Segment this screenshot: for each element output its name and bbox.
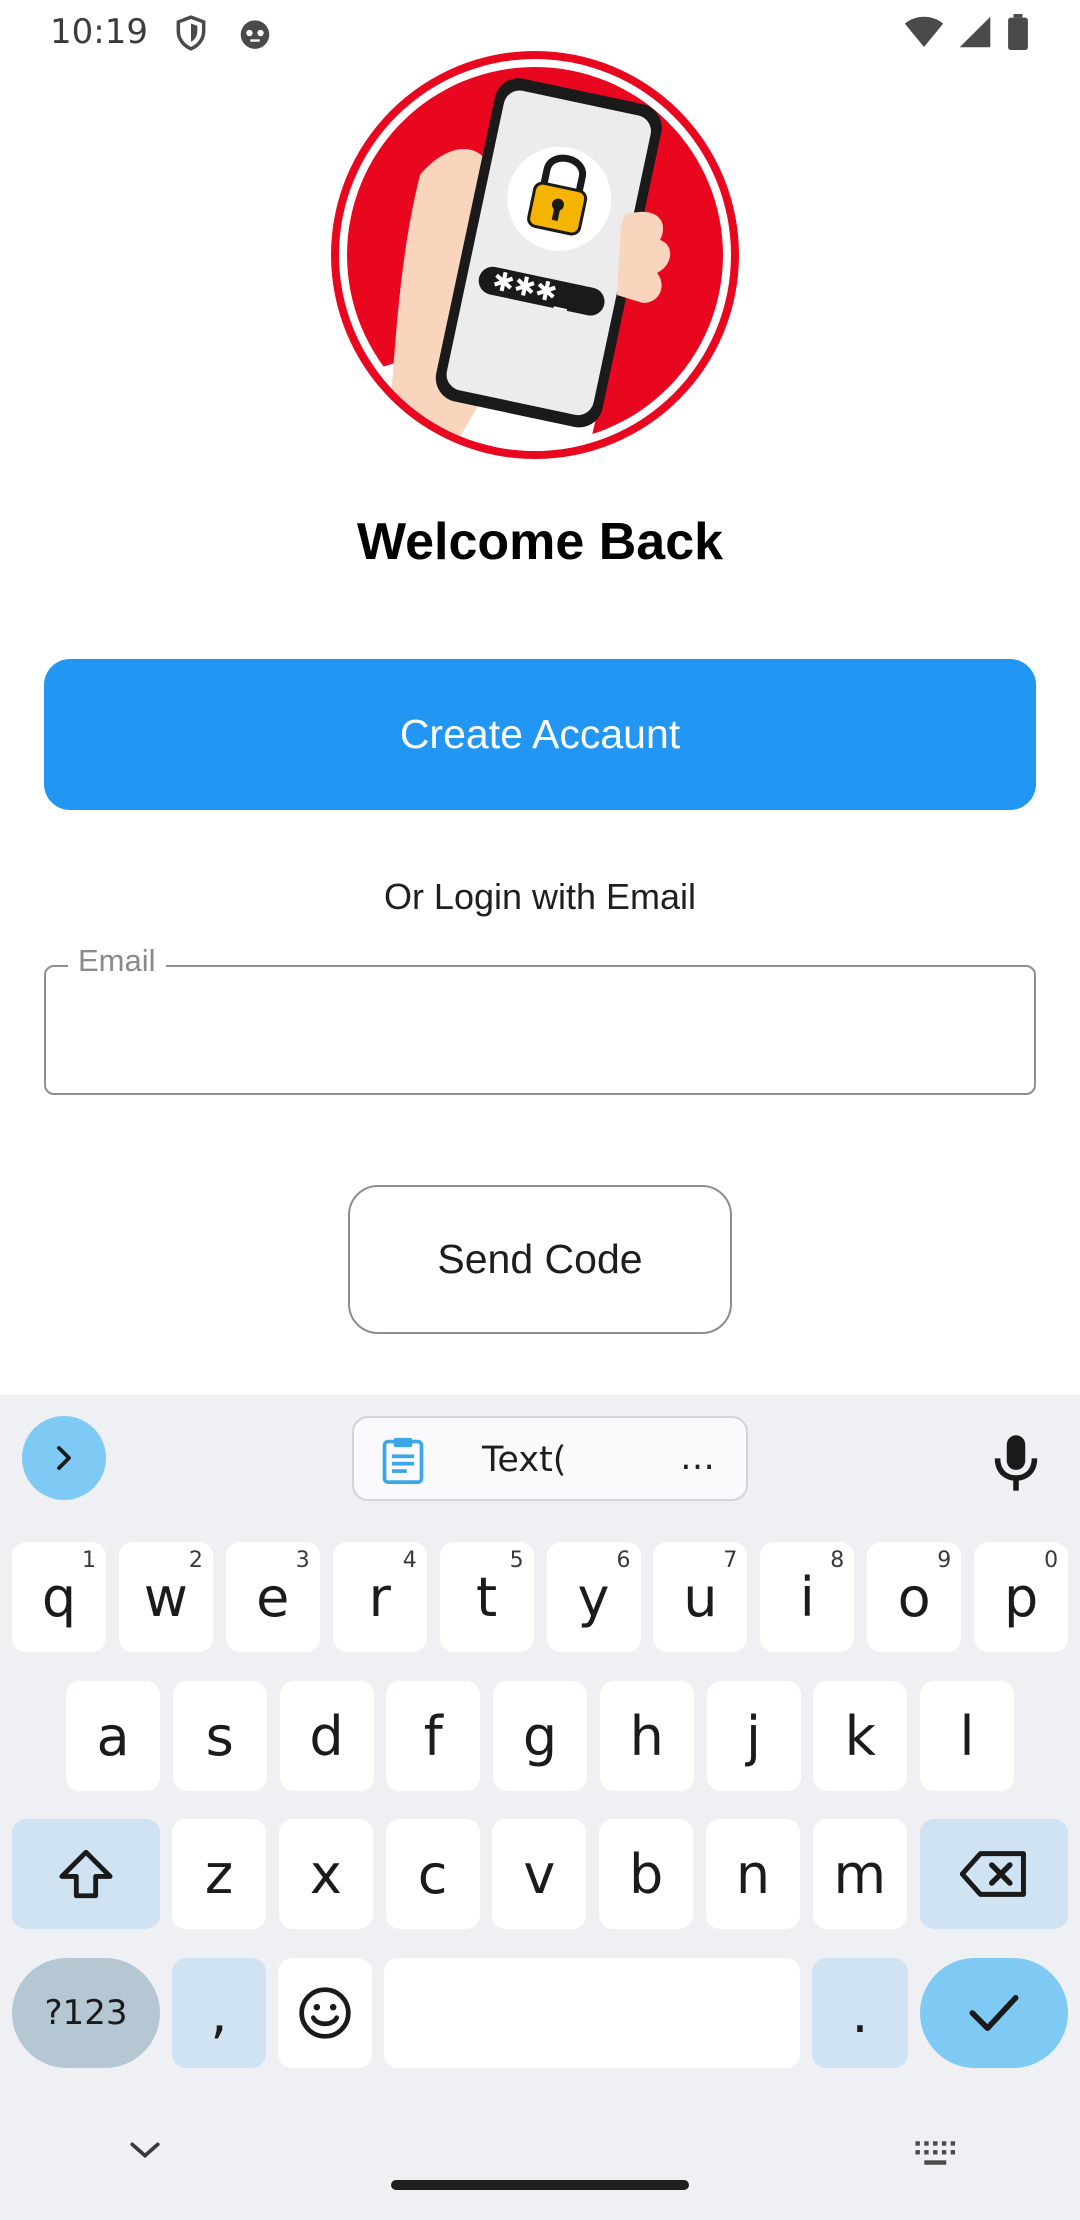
key-label: q bbox=[41, 1565, 77, 1629]
status-time: 10:19 bbox=[50, 12, 148, 52]
key-f[interactable]: f bbox=[386, 1681, 481, 1791]
key-g[interactable]: g bbox=[493, 1681, 587, 1791]
backspace-icon bbox=[960, 1851, 1026, 1897]
key-label: e bbox=[256, 1565, 290, 1629]
key-label: p bbox=[1003, 1565, 1039, 1629]
key-hint: 7 bbox=[723, 1548, 738, 1573]
emoji-icon bbox=[299, 1987, 351, 2039]
key-i[interactable]: i8 bbox=[760, 1542, 855, 1652]
shift-key[interactable] bbox=[12, 1819, 160, 1929]
clipboard-icon bbox=[382, 1437, 424, 1484]
key-label: u bbox=[683, 1565, 718, 1629]
key-hint: 8 bbox=[830, 1548, 845, 1573]
key-q[interactable]: q1 bbox=[12, 1542, 106, 1652]
key-b[interactable]: b bbox=[599, 1819, 694, 1929]
key-z[interactable]: z bbox=[172, 1819, 266, 1929]
key-label: i bbox=[799, 1565, 815, 1629]
chevron-right-icon bbox=[57, 1446, 71, 1470]
key-a[interactable]: a bbox=[66, 1681, 160, 1791]
keyboard-toolbar: Text( … bbox=[0, 1395, 1080, 1525]
period-key[interactable]: . bbox=[812, 1958, 908, 2068]
robot-icon bbox=[240, 20, 270, 49]
key-w[interactable]: w2 bbox=[118, 1542, 213, 1652]
key-u[interactable]: u7 bbox=[653, 1542, 748, 1652]
home-indicator[interactable] bbox=[391, 2180, 689, 2190]
key-hint: 4 bbox=[402, 1548, 417, 1573]
key-hint: 6 bbox=[616, 1548, 631, 1573]
enter-key[interactable] bbox=[920, 1958, 1068, 2068]
create-account-button[interactable]: Create Accaunt bbox=[44, 659, 1036, 810]
clipboard-text: Text( bbox=[482, 1440, 567, 1480]
backspace-key[interactable] bbox=[920, 1819, 1068, 1929]
shift-icon bbox=[59, 1849, 113, 1899]
keyboard-switch-icon[interactable] bbox=[914, 2138, 958, 2168]
email-field[interactable]: Email bbox=[44, 943, 1036, 1095]
clipboard-more: … bbox=[680, 1438, 715, 1478]
login-with-email-label: Or Login with Email bbox=[383, 876, 697, 917]
shield-icon bbox=[176, 15, 206, 51]
battery-icon bbox=[1008, 14, 1028, 50]
phone-lock-illustration: ✱✱✱_ bbox=[331, 51, 739, 459]
key-label: t bbox=[476, 1565, 498, 1629]
space-key[interactable] bbox=[384, 1958, 800, 2068]
key-j[interactable]: j bbox=[706, 1681, 801, 1791]
key-t[interactable]: t5 bbox=[439, 1542, 534, 1652]
key-x[interactable]: x bbox=[278, 1819, 373, 1929]
page-title: Welcome Back bbox=[356, 513, 724, 571]
key-r[interactable]: r4 bbox=[332, 1542, 427, 1652]
emoji-key[interactable] bbox=[278, 1958, 372, 2068]
key-s[interactable]: s bbox=[172, 1681, 267, 1791]
key-y[interactable]: y6 bbox=[546, 1542, 641, 1652]
key-d[interactable]: d bbox=[279, 1681, 374, 1791]
key-hint: 3 bbox=[295, 1548, 310, 1573]
clipboard-suggestion-chip[interactable]: Text( … bbox=[352, 1416, 748, 1501]
keyboard-expand-button[interactable] bbox=[22, 1416, 106, 1500]
signal-icon bbox=[959, 16, 991, 48]
key-l[interactable]: l bbox=[920, 1681, 1014, 1791]
key-c[interactable]: c bbox=[385, 1819, 480, 1929]
key-hint: 5 bbox=[509, 1548, 524, 1573]
key-n[interactable]: n bbox=[706, 1819, 800, 1929]
symbols-key[interactable]: ?123 bbox=[12, 1958, 160, 2068]
hide-keyboard-icon[interactable] bbox=[128, 2138, 162, 2162]
key-e[interactable]: e3 bbox=[225, 1542, 320, 1652]
comma-key[interactable]: , bbox=[172, 1958, 266, 2068]
key-label: y bbox=[577, 1565, 610, 1629]
key-hint: 2 bbox=[188, 1548, 203, 1573]
email-field-label: Email bbox=[68, 943, 166, 979]
key-hint: 0 bbox=[1044, 1548, 1059, 1573]
send-code-button[interactable]: Send Code bbox=[348, 1185, 732, 1334]
key-h[interactable]: h bbox=[599, 1681, 694, 1791]
key-hint: 9 bbox=[937, 1548, 952, 1573]
key-m[interactable]: m bbox=[812, 1819, 907, 1929]
key-hint: 1 bbox=[82, 1548, 96, 1573]
key-v[interactable]: v bbox=[492, 1819, 587, 1929]
key-label: r bbox=[368, 1565, 391, 1629]
key-k[interactable]: k bbox=[813, 1681, 908, 1791]
key-label: w bbox=[143, 1565, 188, 1629]
checkmark-icon bbox=[969, 1995, 1019, 2031]
wifi-icon bbox=[904, 16, 944, 47]
key-p[interactable]: p0 bbox=[974, 1542, 1069, 1652]
key-o[interactable]: o9 bbox=[867, 1542, 962, 1652]
key-label: o bbox=[897, 1565, 931, 1629]
microphone-icon[interactable] bbox=[992, 1433, 1040, 1493]
soft-keyboard: Text( … q1w2e3r4t5y6u7i8o9p0 asdfghjkl z… bbox=[0, 1395, 1080, 2220]
